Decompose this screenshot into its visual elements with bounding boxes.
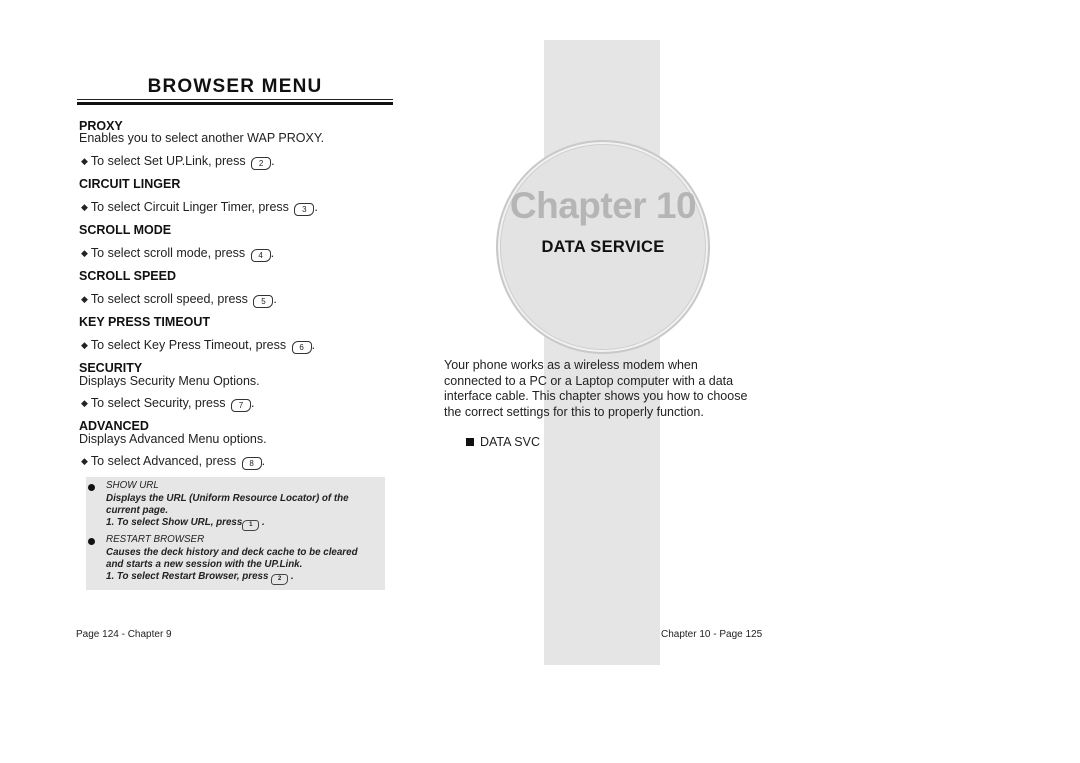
diamond-bullet-icon: ◆ bbox=[81, 202, 88, 212]
key-5-icon: 5 bbox=[253, 295, 274, 308]
advanced-options-note-box: SHOW URL Displays the URL (Uniform Resou… bbox=[86, 477, 385, 590]
diamond-bullet-icon: ◆ bbox=[81, 340, 88, 350]
section-heading-advanced: ADVANCED bbox=[79, 419, 149, 433]
key-8-icon: 8 bbox=[241, 457, 262, 470]
section-heading-scroll-speed: SCROLL SPEED bbox=[79, 269, 177, 283]
intro-line: the correct settings for this to properl… bbox=[444, 404, 704, 419]
instruction-security: ◆ To select Security, press 7. bbox=[81, 396, 255, 412]
round-bullet-icon bbox=[88, 484, 95, 491]
key-6-icon: 6 bbox=[291, 341, 312, 354]
chapter-title: DATA SERVICE bbox=[541, 238, 665, 256]
key-3-icon: 3 bbox=[294, 203, 315, 216]
instruction-circuit-linger: ◆ To select Circuit Linger Timer, press 3… bbox=[81, 200, 318, 216]
menu-item-data-svc: DATA SVC bbox=[466, 435, 540, 449]
diamond-bullet-icon: ◆ bbox=[81, 294, 88, 304]
section-desc-proxy: Enables you to select another WAP PROXY. bbox=[79, 131, 325, 145]
key-2-icon: 2 bbox=[251, 157, 272, 170]
intro-line: connected to a PC or a Laptop computer w… bbox=[444, 373, 734, 388]
square-bullet-icon bbox=[466, 438, 474, 446]
section-heading-security: SECURITY bbox=[79, 361, 143, 375]
instruction-scroll-mode: ◆ To select scroll mode, press 4. bbox=[81, 246, 275, 262]
intro-line: interface cable. This chapter shows you … bbox=[444, 389, 748, 403]
diamond-bullet-icon: ◆ bbox=[81, 156, 88, 166]
section-desc-security: Displays Security Menu Options. bbox=[79, 374, 260, 388]
section-heading-scroll-mode: SCROLL MODE bbox=[79, 223, 172, 237]
note-step-restart-browser: 1. To select Restart Browser, press 2 . bbox=[106, 571, 294, 585]
diamond-bullet-icon: ◆ bbox=[81, 398, 88, 408]
instruction-proxy: ◆ To select Set UP.Link, press 2. bbox=[81, 154, 275, 170]
page-title: BROWSER MENU bbox=[147, 76, 323, 97]
note-text-restart-browser-1: Causes the deck history and deck cache t… bbox=[106, 547, 358, 558]
section-heading-circuit-linger: CIRCUIT LINGER bbox=[79, 177, 181, 191]
chapter-intro: Your phone works as a wireless modem whe… bbox=[444, 358, 774, 420]
note-heading-show-url: SHOW URL bbox=[106, 480, 159, 491]
title-rule-thin bbox=[77, 99, 393, 100]
key-7-icon: 7 bbox=[230, 399, 251, 412]
right-page-footer: Chapter 10 - Page 125 bbox=[661, 629, 763, 640]
note-text-show-url-2: current page. bbox=[106, 505, 169, 516]
section-desc-advanced: Displays Advanced Menu options. bbox=[79, 432, 267, 446]
key-2-icon: 2 bbox=[271, 574, 289, 585]
key-1-icon: 1 bbox=[242, 520, 260, 531]
instruction-scroll-speed: ◆ To select scroll speed, press 5. bbox=[81, 292, 277, 308]
note-text-restart-browser-2: and starts a new session with the UP.Lin… bbox=[106, 559, 303, 570]
chapter-label: Chapter 10 bbox=[509, 185, 697, 226]
diamond-bullet-icon: ◆ bbox=[81, 456, 88, 466]
diamond-bullet-icon: ◆ bbox=[81, 248, 88, 258]
intro-line: Your phone works as a wireless modem whe… bbox=[444, 358, 698, 372]
note-heading-restart-browser: RESTART BROWSER bbox=[106, 534, 205, 545]
note-step-show-url: 1. To select Show URL, press 1 . bbox=[106, 517, 265, 531]
round-bullet-icon bbox=[88, 538, 95, 545]
instruction-advanced: ◆ To select Advanced, press 8. bbox=[81, 454, 266, 470]
instruction-key-press-timeout: ◆ To select Key Press Timeout, press 6. bbox=[81, 338, 316, 354]
key-4-icon: 4 bbox=[250, 249, 271, 262]
section-heading-key-press-timeout: KEY PRESS TIMEOUT bbox=[79, 315, 211, 329]
title-rule-thick bbox=[77, 102, 393, 105]
left-page-footer: Page 124 - Chapter 9 bbox=[76, 629, 172, 640]
note-text-show-url-1: Displays the URL (Uniform Resource Locat… bbox=[106, 493, 349, 504]
